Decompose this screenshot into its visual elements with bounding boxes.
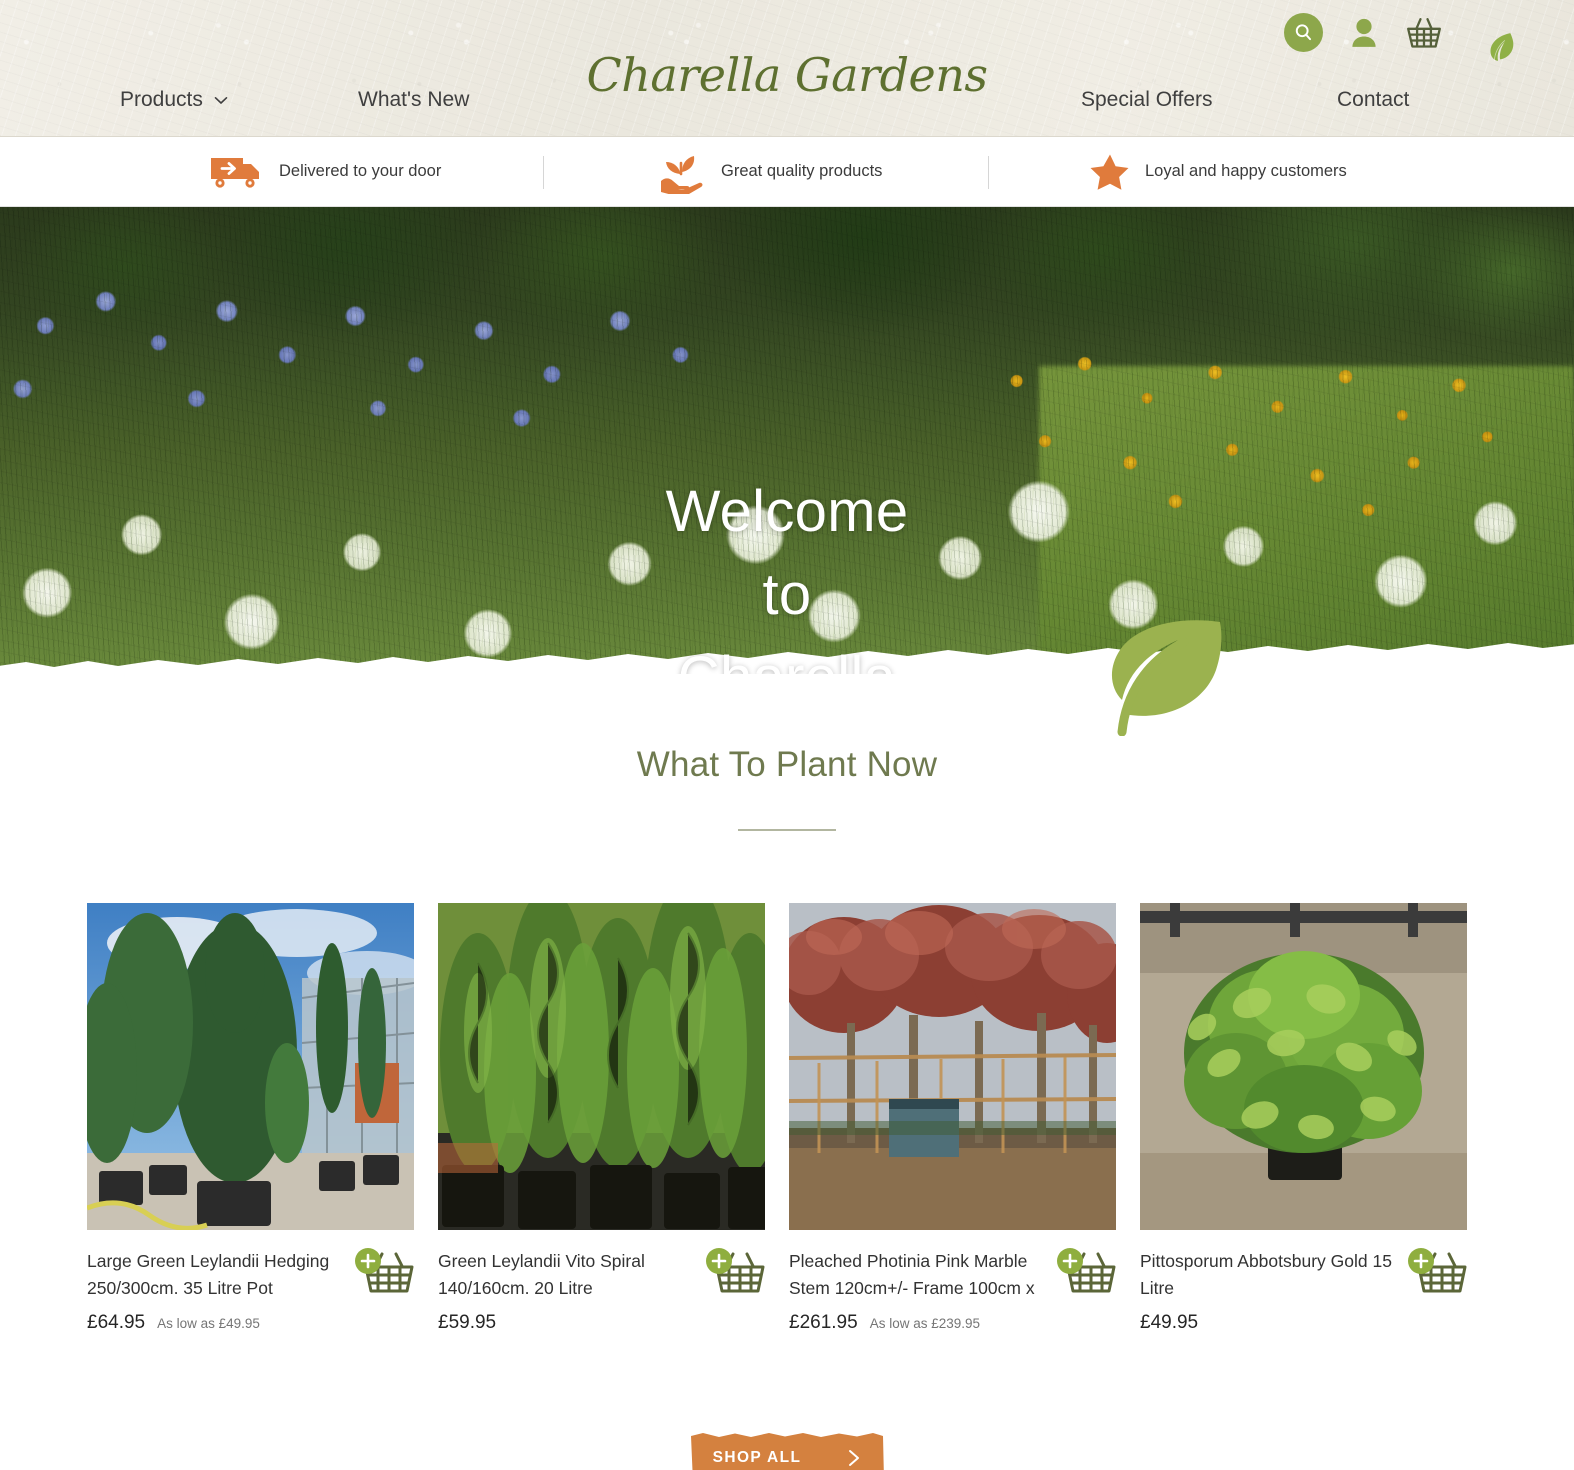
search-icon[interactable] xyxy=(1284,13,1323,52)
nav-label-products: Products xyxy=(120,88,203,111)
product-name[interactable]: Pleached Photinia Pink Marble Stem 120cm… xyxy=(789,1248,1044,1302)
product-grid: Large Green Leylandii Hedging 250/300cm.… xyxy=(87,831,1487,1334)
product-card[interactable]: Green Leylandii Vito Spiral 140/160cm. 2… xyxy=(438,903,765,1334)
product-name[interactable]: Pittosporum Abbotsbury Gold 15 Litre xyxy=(1140,1248,1395,1302)
usp-label-quality: Great quality products xyxy=(721,162,883,180)
add-to-basket-icon[interactable] xyxy=(703,1246,765,1298)
shop-all-button[interactable]: SHOP ALL xyxy=(689,1432,885,1470)
decorative-leaf-icon xyxy=(1111,620,1222,736)
delivery-truck-icon xyxy=(211,157,259,188)
product-info: Green Leylandii Vito Spiral 140/160cm. 2… xyxy=(438,1230,765,1334)
usp-divider-2 xyxy=(988,156,989,189)
basket-icon[interactable] xyxy=(1405,16,1443,50)
search-icon-circle xyxy=(1284,13,1323,52)
section-title: What To Plant Now xyxy=(636,745,938,784)
product-price: £49.95 xyxy=(1140,1312,1199,1333)
nav-label-contact: Contact xyxy=(1337,88,1410,111)
hero-title: Welcome to Charella Gardens xyxy=(637,470,937,674)
product-info: Pleached Photinia Pink Marble Stem 120cm… xyxy=(789,1230,1116,1334)
product-price-row: £64.95 As low as £49.95 xyxy=(87,1312,342,1334)
site-header: Charella Gardens Products What's New Spe… xyxy=(0,0,1574,137)
product-card[interactable]: Pleached Photinia Pink Marble Stem 120cm… xyxy=(789,903,1116,1334)
usp-item-customers: Loyal and happy customers xyxy=(1089,152,1347,192)
product-price-row: £261.95 As low as £239.95 xyxy=(789,1312,1044,1334)
nav-item-contact[interactable]: Contact xyxy=(1337,88,1409,112)
nav-label-whats-new: What's New xyxy=(358,88,470,111)
product-price: £261.95 xyxy=(789,1312,858,1333)
usp-item-quality: Great quality products xyxy=(657,150,882,194)
product-price-row: £49.95 xyxy=(1140,1312,1395,1334)
nav-item-special-offers[interactable]: Special Offers xyxy=(1081,88,1213,112)
hand-seedling-icon xyxy=(661,155,703,194)
usp-label-delivery: Delivered to your door xyxy=(279,162,442,180)
header-utility-icons xyxy=(1284,13,1443,52)
nav-label-special-offers: Special Offers xyxy=(1081,88,1213,111)
product-as-low-as: As low as £49.95 xyxy=(157,1316,260,1331)
add-to-basket-icon[interactable] xyxy=(1405,1246,1467,1298)
product-name[interactable]: Large Green Leylandii Hedging 250/300cm.… xyxy=(87,1248,342,1302)
usp-divider-1 xyxy=(543,156,544,189)
add-to-basket-icon[interactable] xyxy=(352,1246,414,1298)
chevron-right-icon xyxy=(849,1450,860,1466)
shop-all-label: SHOP ALL xyxy=(712,1449,802,1466)
add-to-basket-icon[interactable] xyxy=(1054,1246,1116,1298)
usp-item-delivery: Delivered to your door xyxy=(209,152,441,192)
usp-bar: Delivered to your door Great quality pro… xyxy=(0,137,1574,207)
product-price: £64.95 xyxy=(87,1312,146,1333)
product-info: Large Green Leylandii Hedging 250/300cm.… xyxy=(87,1230,414,1334)
product-image[interactable] xyxy=(1140,903,1467,1230)
hero-title-line-2: Charella xyxy=(637,636,937,674)
product-image[interactable] xyxy=(87,903,414,1230)
what-to-plant-now-section: What To Plant Now Large Green Leylandii … xyxy=(0,745,1574,1470)
nav-item-products[interactable]: Products xyxy=(120,88,228,112)
product-name[interactable]: Green Leylandii Vito Spiral 140/160cm. 2… xyxy=(438,1248,693,1302)
product-card[interactable]: Pittosporum Abbotsbury Gold 15 Litre £49… xyxy=(1140,903,1467,1334)
product-price-row: £59.95 xyxy=(438,1312,693,1334)
star-icon xyxy=(1090,154,1129,190)
product-image[interactable] xyxy=(789,903,1116,1230)
product-price: £59.95 xyxy=(438,1312,497,1333)
chevron-down-icon xyxy=(214,96,228,104)
usp-label-customers: Loyal and happy customers xyxy=(1145,162,1347,180)
product-image[interactable] xyxy=(438,903,765,1230)
product-card[interactable]: Large Green Leylandii Hedging 250/300cm.… xyxy=(87,903,414,1334)
nav-item-whats-new[interactable]: What's New xyxy=(358,88,469,112)
product-info: Pittosporum Abbotsbury Gold 15 Litre £49… xyxy=(1140,1230,1467,1334)
hero-banner: Welcome to Charella Gardens xyxy=(0,207,1574,674)
shop-all-wrapper: SHOP ALL xyxy=(0,1432,1574,1470)
account-icon[interactable] xyxy=(1349,17,1379,49)
hero-title-line-1: Welcome to xyxy=(665,479,909,627)
product-as-low-as: As low as £239.95 xyxy=(869,1316,981,1331)
